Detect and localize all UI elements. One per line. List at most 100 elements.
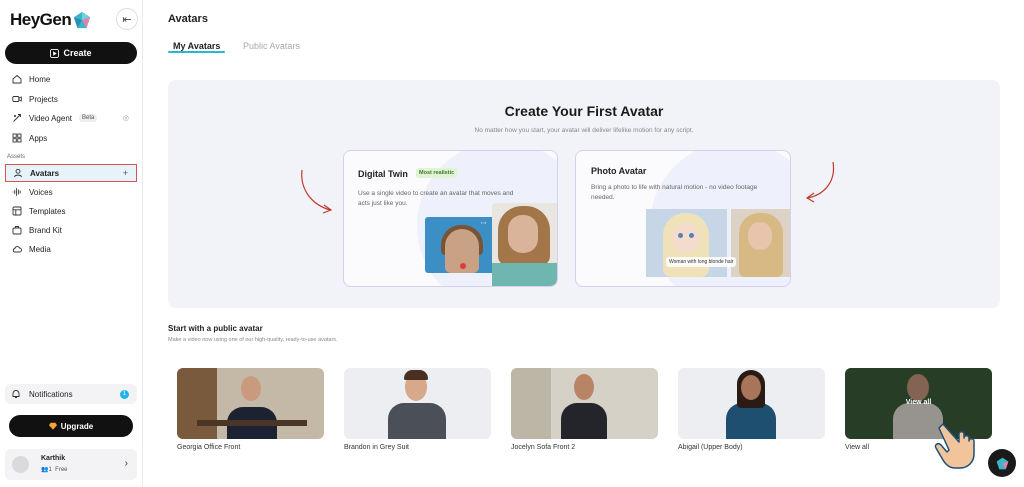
page-title: Avatars bbox=[168, 13, 208, 25]
heygen-gem-icon bbox=[996, 457, 1008, 469]
photo-avatar-card[interactable]: Photo Avatar Bring a photo to life with … bbox=[575, 150, 791, 287]
user-name: Karthik bbox=[41, 455, 66, 462]
sidebar-item-avatars[interactable]: Avatars + bbox=[5, 164, 137, 182]
hero-subtitle: No matter how you start, your avatar wil… bbox=[474, 127, 694, 134]
sidebar-item-templates[interactable]: Templates bbox=[5, 202, 137, 220]
logo-gem-icon bbox=[74, 11, 91, 29]
user-icon bbox=[14, 168, 22, 178]
sidebar-item-media[interactable]: Media bbox=[5, 240, 137, 258]
main-content: Avatars My Avatars Public Avatars Create… bbox=[143, 0, 1024, 487]
sidebar-item-label: Projects bbox=[29, 94, 58, 104]
sidebar-item-label: Video Agent bbox=[29, 113, 73, 123]
bookshelf bbox=[177, 368, 217, 439]
avatar-body bbox=[388, 403, 446, 439]
waveform-icon bbox=[12, 188, 21, 196]
notifications-label: Notifications bbox=[29, 389, 73, 399]
avatar-eye bbox=[689, 233, 694, 238]
sidebar-item-label: Voices bbox=[29, 187, 53, 197]
notifications-count-badge: 1 bbox=[120, 389, 129, 399]
shelf bbox=[511, 368, 551, 439]
sidebar-item-apps[interactable]: Apps bbox=[5, 129, 137, 147]
avatar-name[interactable]: Georgia Office Front bbox=[177, 444, 240, 451]
add-avatar-icon[interactable]: + bbox=[123, 168, 128, 178]
avatar-shirt bbox=[492, 263, 557, 286]
sidebar: HeyGen ⇤ Create Home Projects Video Agen… bbox=[0, 0, 143, 487]
sidebar-item-voices[interactable]: Voices bbox=[5, 183, 137, 201]
avatar-card-georgia[interactable] bbox=[177, 368, 324, 439]
avatar-head bbox=[741, 375, 761, 400]
info-icon[interactable]: ◎ bbox=[123, 114, 129, 122]
public-avatars-subtitle: Make a video now using one of our high-q… bbox=[168, 337, 338, 343]
upgrade-button[interactable]: Upgrade bbox=[9, 415, 133, 437]
avatar-name[interactable]: Abigail (Upper Body) bbox=[678, 444, 743, 451]
avatar-face bbox=[673, 223, 699, 253]
help-chat-button[interactable] bbox=[988, 449, 1016, 477]
public-avatars-heading: Start with a public avatar bbox=[168, 324, 263, 333]
digital-twin-card[interactable]: Digital Twin Most realistic Use a single… bbox=[343, 150, 558, 287]
sidebar-item-video-agent[interactable]: Video Agent Beta ◎ bbox=[5, 109, 137, 127]
avatar-body bbox=[561, 403, 607, 439]
beta-badge: Beta bbox=[79, 114, 98, 122]
diamond-icon bbox=[48, 422, 57, 430]
brand-kit-icon bbox=[12, 226, 22, 235]
tab-my-avatars[interactable]: My Avatars bbox=[173, 41, 220, 51]
create-label: Create bbox=[63, 48, 92, 58]
photo-caption: Woman with long blonde hair bbox=[666, 257, 737, 267]
cloud-icon bbox=[12, 246, 22, 253]
sidebar-item-projects[interactable]: Projects bbox=[5, 90, 137, 108]
avatar bbox=[12, 456, 29, 473]
collapse-icon: ⇤ bbox=[122, 13, 132, 26]
user-meta: 👥1 Free bbox=[41, 466, 68, 473]
collapse-sidebar-button[interactable]: ⇤ bbox=[116, 8, 138, 30]
sidebar-item-label: Brand Kit bbox=[29, 225, 62, 235]
avatar-eye bbox=[678, 233, 683, 238]
agent-icon bbox=[13, 114, 21, 122]
left-arrow-icon bbox=[301, 169, 333, 214]
sidebar-item-label: Media bbox=[29, 244, 51, 254]
sidebar-item-label: Apps bbox=[29, 133, 48, 143]
chevron-right-icon: › bbox=[124, 458, 128, 469]
avatar-name[interactable]: Brandon in Grey Suit bbox=[344, 444, 409, 451]
hero-title: Create Your First Avatar bbox=[504, 103, 664, 119]
apps-icon bbox=[12, 133, 22, 143]
avatar-card-brandon[interactable] bbox=[344, 368, 491, 439]
digital-twin-avatar-image bbox=[492, 203, 557, 286]
sidebar-item-brand-kit[interactable]: Brand Kit bbox=[5, 221, 137, 239]
create-play-icon bbox=[50, 48, 60, 58]
card-description: Bring a photo to life with natural motio… bbox=[591, 184, 758, 201]
template-icon bbox=[12, 206, 22, 216]
avatar-hair bbox=[404, 370, 428, 380]
sidebar-item-home[interactable]: Home bbox=[5, 70, 137, 88]
upgrade-label: Upgrade bbox=[60, 421, 94, 431]
avatar-name[interactable]: Jocelyn Sofa Front 2 bbox=[511, 444, 575, 451]
brand-name: HeyGen bbox=[10, 10, 72, 29]
card-title: Digital Twin bbox=[358, 169, 408, 179]
tab-public-avatars[interactable]: Public Avatars bbox=[243, 41, 300, 51]
view-all-link[interactable]: View all bbox=[845, 444, 869, 451]
avatar-face bbox=[508, 215, 538, 253]
right-arrow-icon bbox=[805, 161, 835, 203]
recording-status-icons: ▪ ▪▪ bbox=[481, 220, 487, 225]
avatar-card-abigail[interactable] bbox=[678, 368, 825, 439]
user-account-card[interactable]: Karthik 👥1 Free › bbox=[5, 449, 137, 480]
create-button[interactable]: Create bbox=[5, 42, 137, 64]
pointing-hand-icon bbox=[934, 423, 975, 469]
avatar-head bbox=[574, 374, 594, 400]
assets-section-label: Assets bbox=[7, 154, 26, 160]
photo-avatar-image bbox=[731, 209, 790, 277]
avatar-face bbox=[748, 222, 772, 250]
active-tab-indicator bbox=[168, 51, 225, 53]
sidebar-item-label: Templates bbox=[29, 206, 66, 216]
create-avatar-panel: Create Your First Avatar No matter how y… bbox=[168, 80, 1000, 308]
heygen-logo[interactable]: HeyGen bbox=[10, 10, 91, 30]
bell-icon bbox=[12, 390, 20, 398]
avatar-card-jocelyn[interactable] bbox=[511, 368, 658, 439]
recording-preview-image: ▪ ▪▪ bbox=[425, 217, 500, 273]
sidebar-item-label: Avatars bbox=[30, 168, 60, 178]
desk bbox=[197, 420, 307, 426]
plan-label: Free bbox=[55, 467, 68, 473]
notifications-button[interactable]: Notifications 1 bbox=[5, 384, 137, 404]
video-icon bbox=[12, 96, 22, 102]
home-icon bbox=[12, 74, 22, 84]
sidebar-item-label: Home bbox=[29, 74, 51, 84]
